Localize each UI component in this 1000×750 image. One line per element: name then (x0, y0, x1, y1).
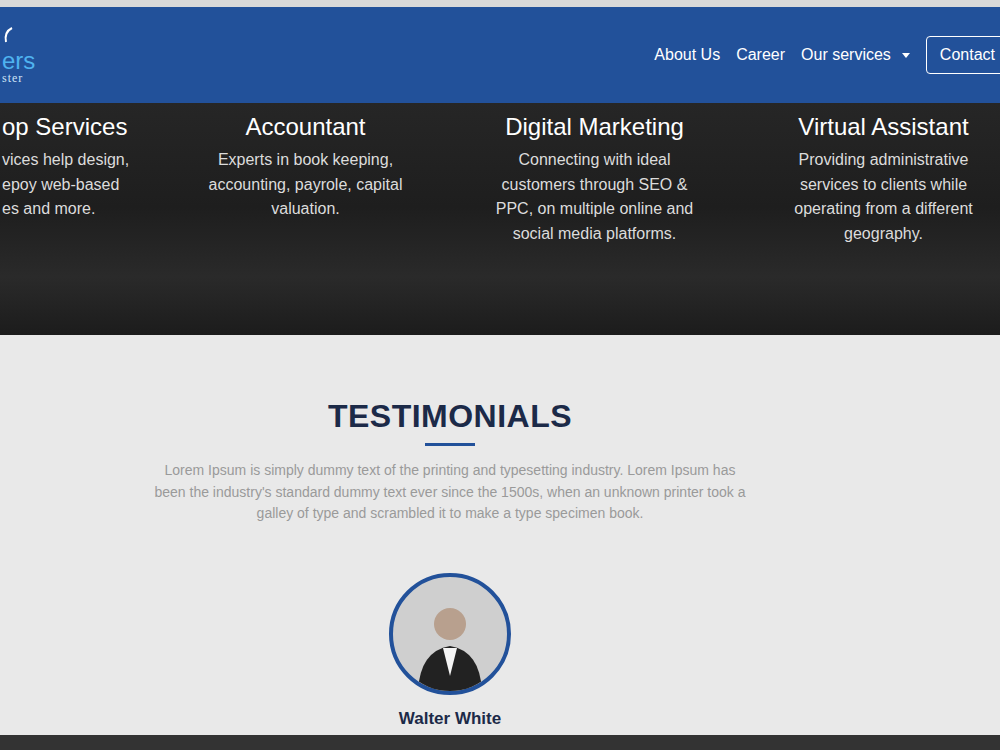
testimonial-name: Walter White (399, 709, 501, 729)
service-column: Accountant Experts in book keeping,accoun… (161, 103, 450, 335)
service-title: Accountant (161, 112, 450, 142)
bottom-strip (0, 735, 1000, 750)
browser-strip (0, 0, 1000, 7)
nav-links: About Us Career Our services Contact (654, 36, 1000, 74)
nav-link[interactable]: About Us (654, 46, 720, 64)
nav-link-label: Our services (801, 46, 891, 64)
service-description: epoy web-based (2, 173, 161, 198)
navbar: ersster About Us Career Our services Contact (0, 7, 1000, 103)
person-icon (410, 596, 490, 691)
nav-link[interactable]: Career (736, 46, 785, 64)
intro-line: Lorem Ipsum is simply dummy text of the … (154, 460, 745, 482)
service-description: Experts in book keeping, (161, 148, 450, 173)
service-column: Virtual Assistant Providing administrativ… (739, 103, 1000, 335)
nav-link[interactable]: Our services (801, 46, 910, 64)
testimonials-section: TESTIMONIALS Lorem Ipsum is simply dummy … (0, 335, 900, 735)
service-description: valuation. (161, 197, 450, 222)
service-description: social media platforms. (450, 222, 739, 247)
nav-link-label: Career (736, 46, 785, 64)
service-title: Virtual Assistant (739, 112, 1000, 142)
service-title: op Services (2, 112, 161, 142)
service-description: operating from a different (739, 197, 1000, 222)
service-description: PPC, on multiple online and (450, 197, 739, 222)
caret-icon (902, 53, 910, 58)
intro-line: been the industry's standard dummy text … (154, 482, 745, 504)
service-description: services to clients while (739, 173, 1000, 198)
logo-mark-icon (2, 26, 14, 44)
service-description: es and more. (2, 197, 161, 222)
service-description: accounting, payrole, capital (161, 173, 450, 198)
service-column: Digital Marketing Connecting with idealcu… (450, 103, 739, 335)
service-description: Connecting with ideal (450, 148, 739, 173)
logo-subtext: ster (2, 72, 62, 84)
avatar-photo (389, 573, 511, 695)
logo[interactable]: ersster (0, 26, 62, 84)
service-description: Providing administrative (739, 148, 1000, 173)
service-description: customers through SEO & (450, 173, 739, 198)
contact-button[interactable]: Contact (926, 36, 1000, 74)
title-underline (425, 443, 475, 446)
section-intro: Lorem Ipsum is simply dummy text of the … (154, 460, 745, 525)
section-title: TESTIMONIALS (328, 397, 572, 435)
intro-line: galley of type and scrambled it to make … (154, 503, 745, 525)
service-description: vices help design, (2, 148, 161, 173)
logo-text: ers (2, 50, 62, 72)
service-title: Digital Marketing (450, 112, 739, 142)
service-description: geography. (739, 222, 1000, 247)
services-section: op Services vices help design,epoy web-ba… (0, 103, 1000, 335)
service-column: op Services vices help design,epoy web-ba… (0, 103, 161, 335)
nav-link-label: About Us (654, 46, 720, 64)
